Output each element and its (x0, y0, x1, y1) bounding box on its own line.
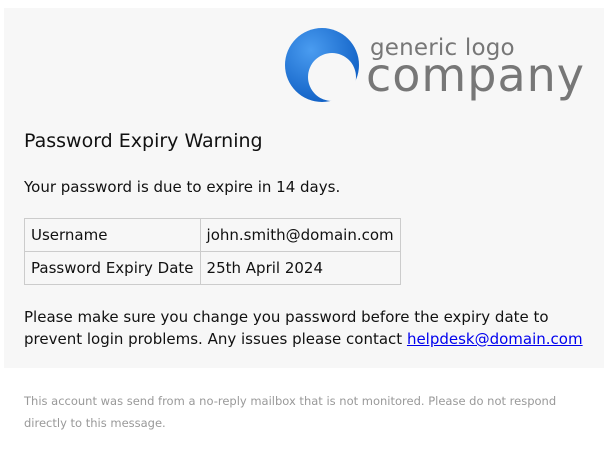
table-row: Password Expiry Date 25th April 2024 (24, 251, 401, 285)
expiry-notice: Your password is due to expire in 14 day… (24, 178, 341, 196)
account-details-table: Username john.smith@domain.com Password … (24, 218, 401, 285)
footer-disclaimer: This account was send from a no-reply ma… (24, 394, 557, 430)
table-row: Username john.smith@domain.com (24, 218, 401, 252)
expiry-date-value: 25th April 2024 (199, 251, 401, 285)
page-title: Password Expiry Warning (24, 130, 263, 152)
username-label: Username (24, 218, 201, 252)
logo-circle-icon (285, 28, 359, 102)
logo-company-name: company (366, 48, 586, 102)
email-content-panel: generic logo company Password Expiry War… (4, 8, 604, 368)
helpdesk-email-link[interactable]: helpdesk@domain.com (407, 330, 583, 348)
expiry-date-label: Password Expiry Date (24, 251, 201, 285)
company-logo: generic logo company (284, 25, 594, 105)
username-value: john.smith@domain.com (199, 218, 401, 252)
warning-message: Please make sure you change you password… (24, 306, 594, 350)
